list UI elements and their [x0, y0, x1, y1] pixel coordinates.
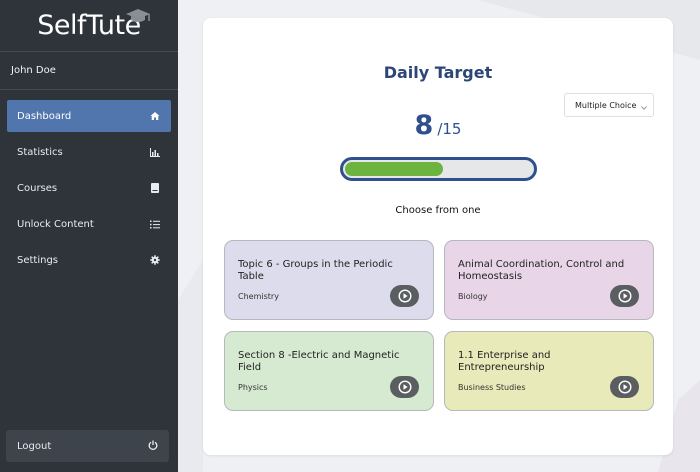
daily-progress-bar: [340, 157, 537, 181]
logout-label: Logout: [17, 440, 52, 452]
topic-card[interactable]: Topic 6 - Groups in the Periodic Table C…: [224, 240, 434, 320]
play-icon: [397, 289, 412, 303]
topic-card[interactable]: Section 8 -Electric and Magnetic Field P…: [224, 331, 434, 411]
score-total: /15: [437, 120, 462, 138]
score-current: 8: [414, 110, 434, 141]
home-icon: [149, 110, 161, 122]
sidebar-item-statistics[interactable]: Statistics: [7, 136, 171, 168]
question-type-value: Multiple Choice: [575, 100, 637, 110]
sidebar-item-label: Unlock Content: [17, 218, 94, 230]
logo[interactable]: SelfTute: [0, 0, 178, 52]
sidebar: SelfTute John Doe Dashboard Statistics C…: [0, 0, 178, 472]
topic-card-title: Animal Coordination, Control and Homeost…: [458, 259, 625, 282]
sidebar-item-label: Dashboard: [17, 110, 72, 122]
topic-card-subject: Biology: [458, 292, 488, 301]
play-button[interactable]: [390, 285, 419, 307]
play-button[interactable]: [610, 376, 639, 398]
bar-chart-icon: [149, 146, 161, 158]
sidebar-item-unlock-content[interactable]: Unlock Content: [7, 208, 171, 240]
play-icon: [397, 380, 412, 394]
power-icon: [148, 440, 158, 453]
play-icon: [617, 380, 632, 394]
topic-card-subject: Business Studies: [458, 383, 526, 392]
sidebar-nav: Dashboard Statistics Courses Unlock Cont…: [0, 90, 178, 276]
sidebar-item-dashboard[interactable]: Dashboard: [7, 100, 171, 132]
book-icon: [149, 182, 161, 194]
list-icon: [149, 218, 161, 230]
topic-card-title: Topic 6 - Groups in the Periodic Table: [238, 259, 393, 282]
daily-target-card: Daily Target Multiple Choice 8/15 Choose…: [203, 18, 673, 455]
topic-card-subject: Physics: [238, 383, 268, 392]
topic-card[interactable]: 1.1 Enterprise and Entrepreneurship Busi…: [444, 331, 654, 411]
topic-card[interactable]: Animal Coordination, Control and Homeost…: [444, 240, 654, 320]
sidebar-item-settings[interactable]: Settings: [7, 244, 171, 276]
topic-card-title: Section 8 -Electric and Magnetic Field: [238, 350, 400, 373]
sidebar-item-label: Settings: [17, 254, 59, 266]
topic-card-title: 1.1 Enterprise and Entrepreneurship: [458, 350, 551, 373]
play-button[interactable]: [390, 376, 419, 398]
graduation-cap-icon: [126, 9, 150, 22]
topic-card-subject: Chemistry: [238, 292, 279, 301]
sidebar-item-label: Statistics: [17, 146, 63, 158]
sidebar-item-courses[interactable]: Courses: [7, 172, 171, 204]
play-button[interactable]: [610, 285, 639, 307]
gear-icon: [149, 254, 161, 266]
page-title: Daily Target: [383, 63, 493, 82]
daily-score: 8/15: [203, 110, 673, 141]
sidebar-item-label: Courses: [17, 182, 58, 194]
progress-fill: [345, 162, 443, 176]
play-icon: [617, 289, 632, 303]
user-name: John Doe: [0, 52, 178, 90]
logout-button[interactable]: Logout: [6, 430, 169, 462]
choose-label: Choose from one: [395, 205, 481, 216]
